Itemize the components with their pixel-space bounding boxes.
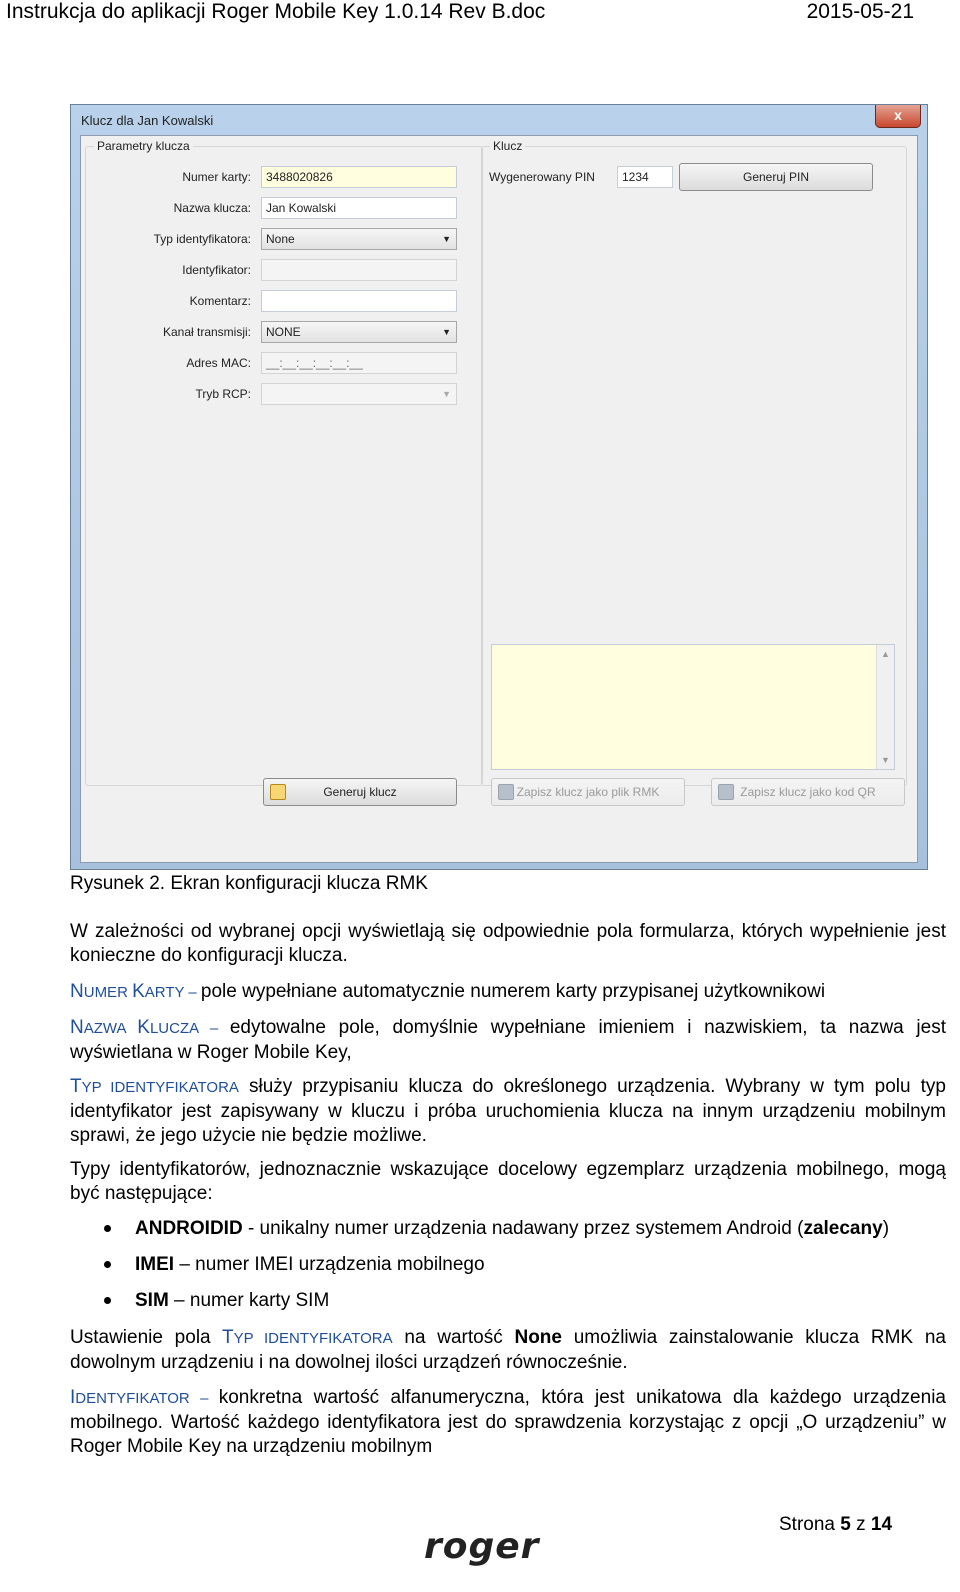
window-title: Klucz dla Jan Kowalski (81, 113, 214, 128)
save-qr-button[interactable]: Zapisz klucz jako kod QR (711, 778, 905, 806)
save-rmk-button[interactable]: Zapisz klucz jako plik RMK (491, 778, 685, 806)
bullet-icon (104, 1225, 111, 1233)
list-item: ANDROIDID - unikalny numer urządzenia na… (104, 1218, 889, 1240)
paragraph-intro: W zależności od wybranej opcji wyświetla… (70, 921, 946, 966)
key-dialog-window: Klucz dla Jan Kowalski x Parametry klucz… (70, 104, 928, 870)
header-date: 2015-05-21 (806, 0, 914, 23)
chevron-down-icon: ▼ (442, 389, 451, 399)
save-rmk-label: Zapisz klucz jako plik RMK (516, 785, 660, 799)
generate-key-label: Generuj klucz (323, 785, 397, 799)
generate-key-button[interactable]: Generuj klucz (263, 778, 457, 806)
save-disk-icon (718, 784, 734, 800)
header-doc-title: Instrukcja do aplikacji Roger Mobile Key… (6, 0, 546, 23)
close-icon[interactable]: x (875, 105, 921, 128)
roger-logo: roger (424, 1526, 540, 1567)
figure-caption: Rysunek 2. Ekran konfiguracji klucza RMK (70, 873, 428, 894)
save-qr-label: Zapisz klucz jako kod QR (740, 785, 876, 799)
term-identifier: IDENTYFIKATOR – (70, 1387, 219, 1408)
comment-label: Komentarz: (189, 294, 251, 308)
paragraph-card-number: NUMER KARTY – pole wypełniane automatycz… (70, 981, 826, 1002)
key-params-title: Parametry klucza (94, 139, 193, 153)
rcp-mode-label: Tryb RCP: (195, 387, 251, 401)
mac-label: Adres MAC: (186, 356, 251, 370)
bullet-icon (104, 1261, 111, 1269)
bullet-icon (104, 1297, 111, 1305)
pin-field[interactable]: 1234 (617, 166, 673, 188)
identifier-field[interactable] (261, 259, 457, 281)
scroll-down-icon: ▼ (881, 755, 890, 765)
dialog-client: Parametry klucza Klucz Numer karty: 3488… (80, 135, 918, 863)
new-key-icon (270, 784, 286, 800)
pin-label: Wygenerowany PIN (489, 170, 595, 184)
key-output-area[interactable]: ▲ ▼ (491, 644, 895, 770)
card-number-label: Numer karty: (182, 170, 251, 184)
list-item: IMEI – numer IMEI urządzenia mobilnego (104, 1254, 485, 1276)
id-type-value: None (266, 232, 295, 246)
list-item: SIM – numer karty SIM (104, 1290, 329, 1312)
key-name-field[interactable]: Jan Kowalski (261, 197, 457, 219)
term-key-name: NAZWA KLUCZA – (70, 1017, 230, 1038)
page-number: Strona 5 z 14 (779, 1514, 893, 1535)
paragraph-id-type: TYP IDENTYFIKATORA służy przypisaniu klu… (70, 1076, 946, 1146)
save-disk-icon (498, 784, 514, 800)
scrollbar[interactable]: ▲ ▼ (876, 645, 894, 769)
paragraph-key-name: NAZWA KLUCZA – edytowalne pole, domyślni… (70, 1017, 946, 1063)
generate-pin-button[interactable]: Generuj PIN (679, 163, 873, 191)
mac-field[interactable]: __:__:__:__:__:__ (261, 352, 457, 374)
chevron-down-icon: ▼ (442, 234, 451, 244)
scroll-up-icon: ▲ (881, 649, 890, 659)
paragraph-identifier: IDENTYFIKATOR – konkretna wartość alfanu… (70, 1387, 946, 1457)
rcp-mode-select[interactable]: ▼ (261, 383, 457, 405)
card-number-field[interactable]: 3488020826 (261, 166, 457, 188)
identifier-label: Identyfikator: (182, 263, 251, 277)
channel-value: NONE (266, 325, 301, 339)
key-name-label: Nazwa klucza: (173, 201, 251, 215)
paragraph-none-setting: Ustawienie pola TYP IDENTYFIKATORA na wa… (70, 1327, 946, 1373)
term-id-type: TYP IDENTYFIKATORA (70, 1076, 239, 1097)
id-type-select[interactable]: None ▼ (261, 228, 457, 250)
channel-select[interactable]: NONE ▼ (261, 321, 457, 343)
comment-field[interactable] (261, 290, 457, 312)
term-card-number: NUMER KARTY – (70, 981, 201, 1002)
id-type-label: Typ identyfikatora: (153, 232, 251, 246)
chevron-down-icon: ▼ (442, 327, 451, 337)
channel-label: Kanał transmisji: (162, 325, 251, 339)
paragraph-id-types: Typy identyfikatorów, jednoznacznie wska… (70, 1159, 946, 1204)
key-group-title: Klucz (490, 139, 526, 153)
term-id-type: TYP IDENTYFIKATORA (222, 1327, 393, 1348)
page-header: Instrukcja do aplikacji Roger Mobile Key… (0, 0, 960, 30)
